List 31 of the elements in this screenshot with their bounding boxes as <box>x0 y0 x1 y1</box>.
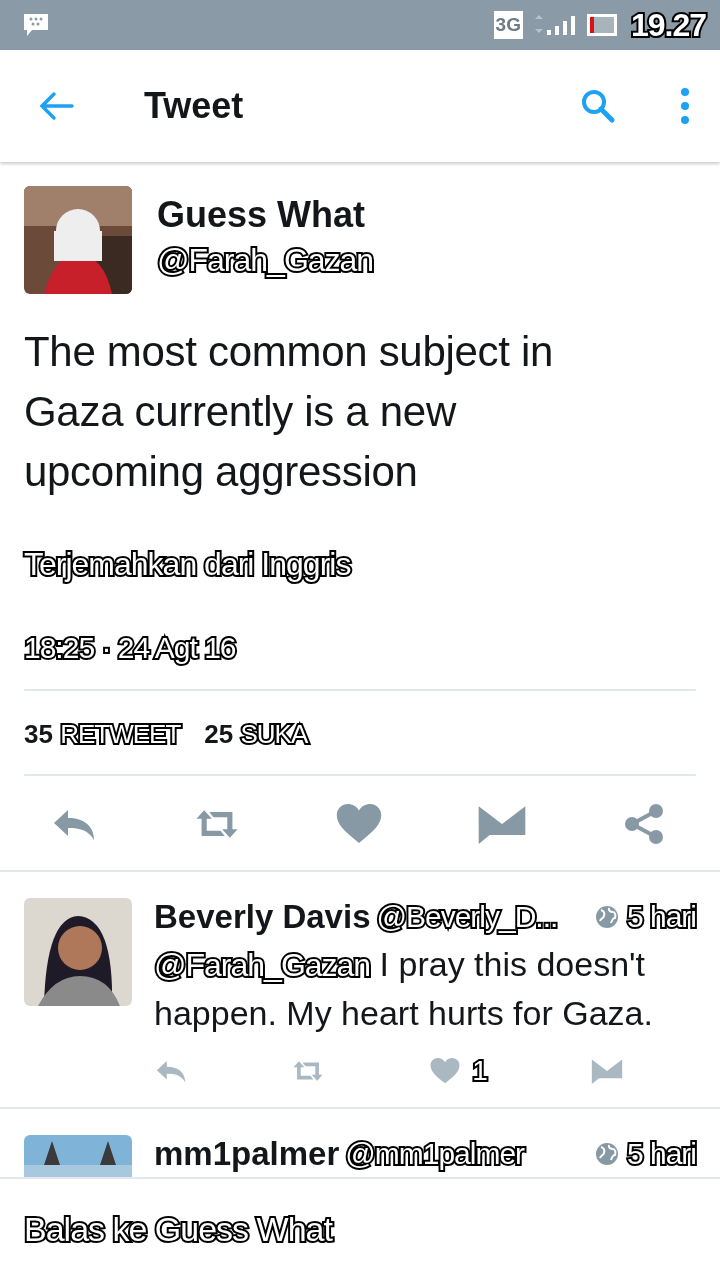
reply-time: 5 hari <box>626 1137 696 1171</box>
reply-author-name[interactable]: mm1palmer <box>154 1135 340 1173</box>
screen-title: Tweet <box>144 85 245 127</box>
back-arrow-icon[interactable] <box>38 91 74 121</box>
reply-author-name[interactable]: Beverly Davis <box>154 898 371 936</box>
translate-link[interactable]: Terjemahkan dari Inggris <box>24 546 351 583</box>
stat-count[interactable]: 25 SUKA <box>204 719 308 750</box>
stat-count[interactable]: 35 RETWEET <box>24 719 181 750</box>
reply-icon[interactable] <box>154 1058 188 1084</box>
reply-author-handle[interactable]: @mm1palmer <box>345 1137 595 1171</box>
author-handle[interactable]: @Farah_Gazan <box>157 242 374 279</box>
reply-field[interactable]: Balas ke Guess What <box>0 1177 720 1280</box>
envelope-icon[interactable] <box>477 804 526 844</box>
reply-author-handle[interactable]: @Beverly_D... <box>376 900 595 934</box>
reply-text: @Farah_Gazan I pray this doesn't happen. My heart hurts for Gaza. <box>154 944 654 1034</box>
clock: 19.27 <box>630 6 706 44</box>
timestamp: 18:25 · 24 Agt 16 <box>24 631 236 668</box>
author-name[interactable]: Guess What <box>157 194 374 236</box>
network-type: 3G <box>493 11 523 39</box>
search-icon[interactable] <box>580 88 616 124</box>
reply-time: 5 hari <box>626 900 696 934</box>
globe-icon <box>594 1142 619 1166</box>
mention-link[interactable]: @Farah_Gazan <box>154 947 371 983</box>
envelope-icon[interactable] <box>590 1058 624 1084</box>
like-count: 1 <box>472 1055 487 1087</box>
more-options-icon[interactable] <box>680 88 690 124</box>
heart-icon[interactable] <box>335 804 383 844</box>
globe-icon <box>594 905 619 929</box>
tweet-text: The most common subject in Gaza currently is a new upcoming aggression <box>24 327 555 497</box>
battery-icon <box>586 14 617 36</box>
chat-bubble-icon <box>22 12 50 38</box>
